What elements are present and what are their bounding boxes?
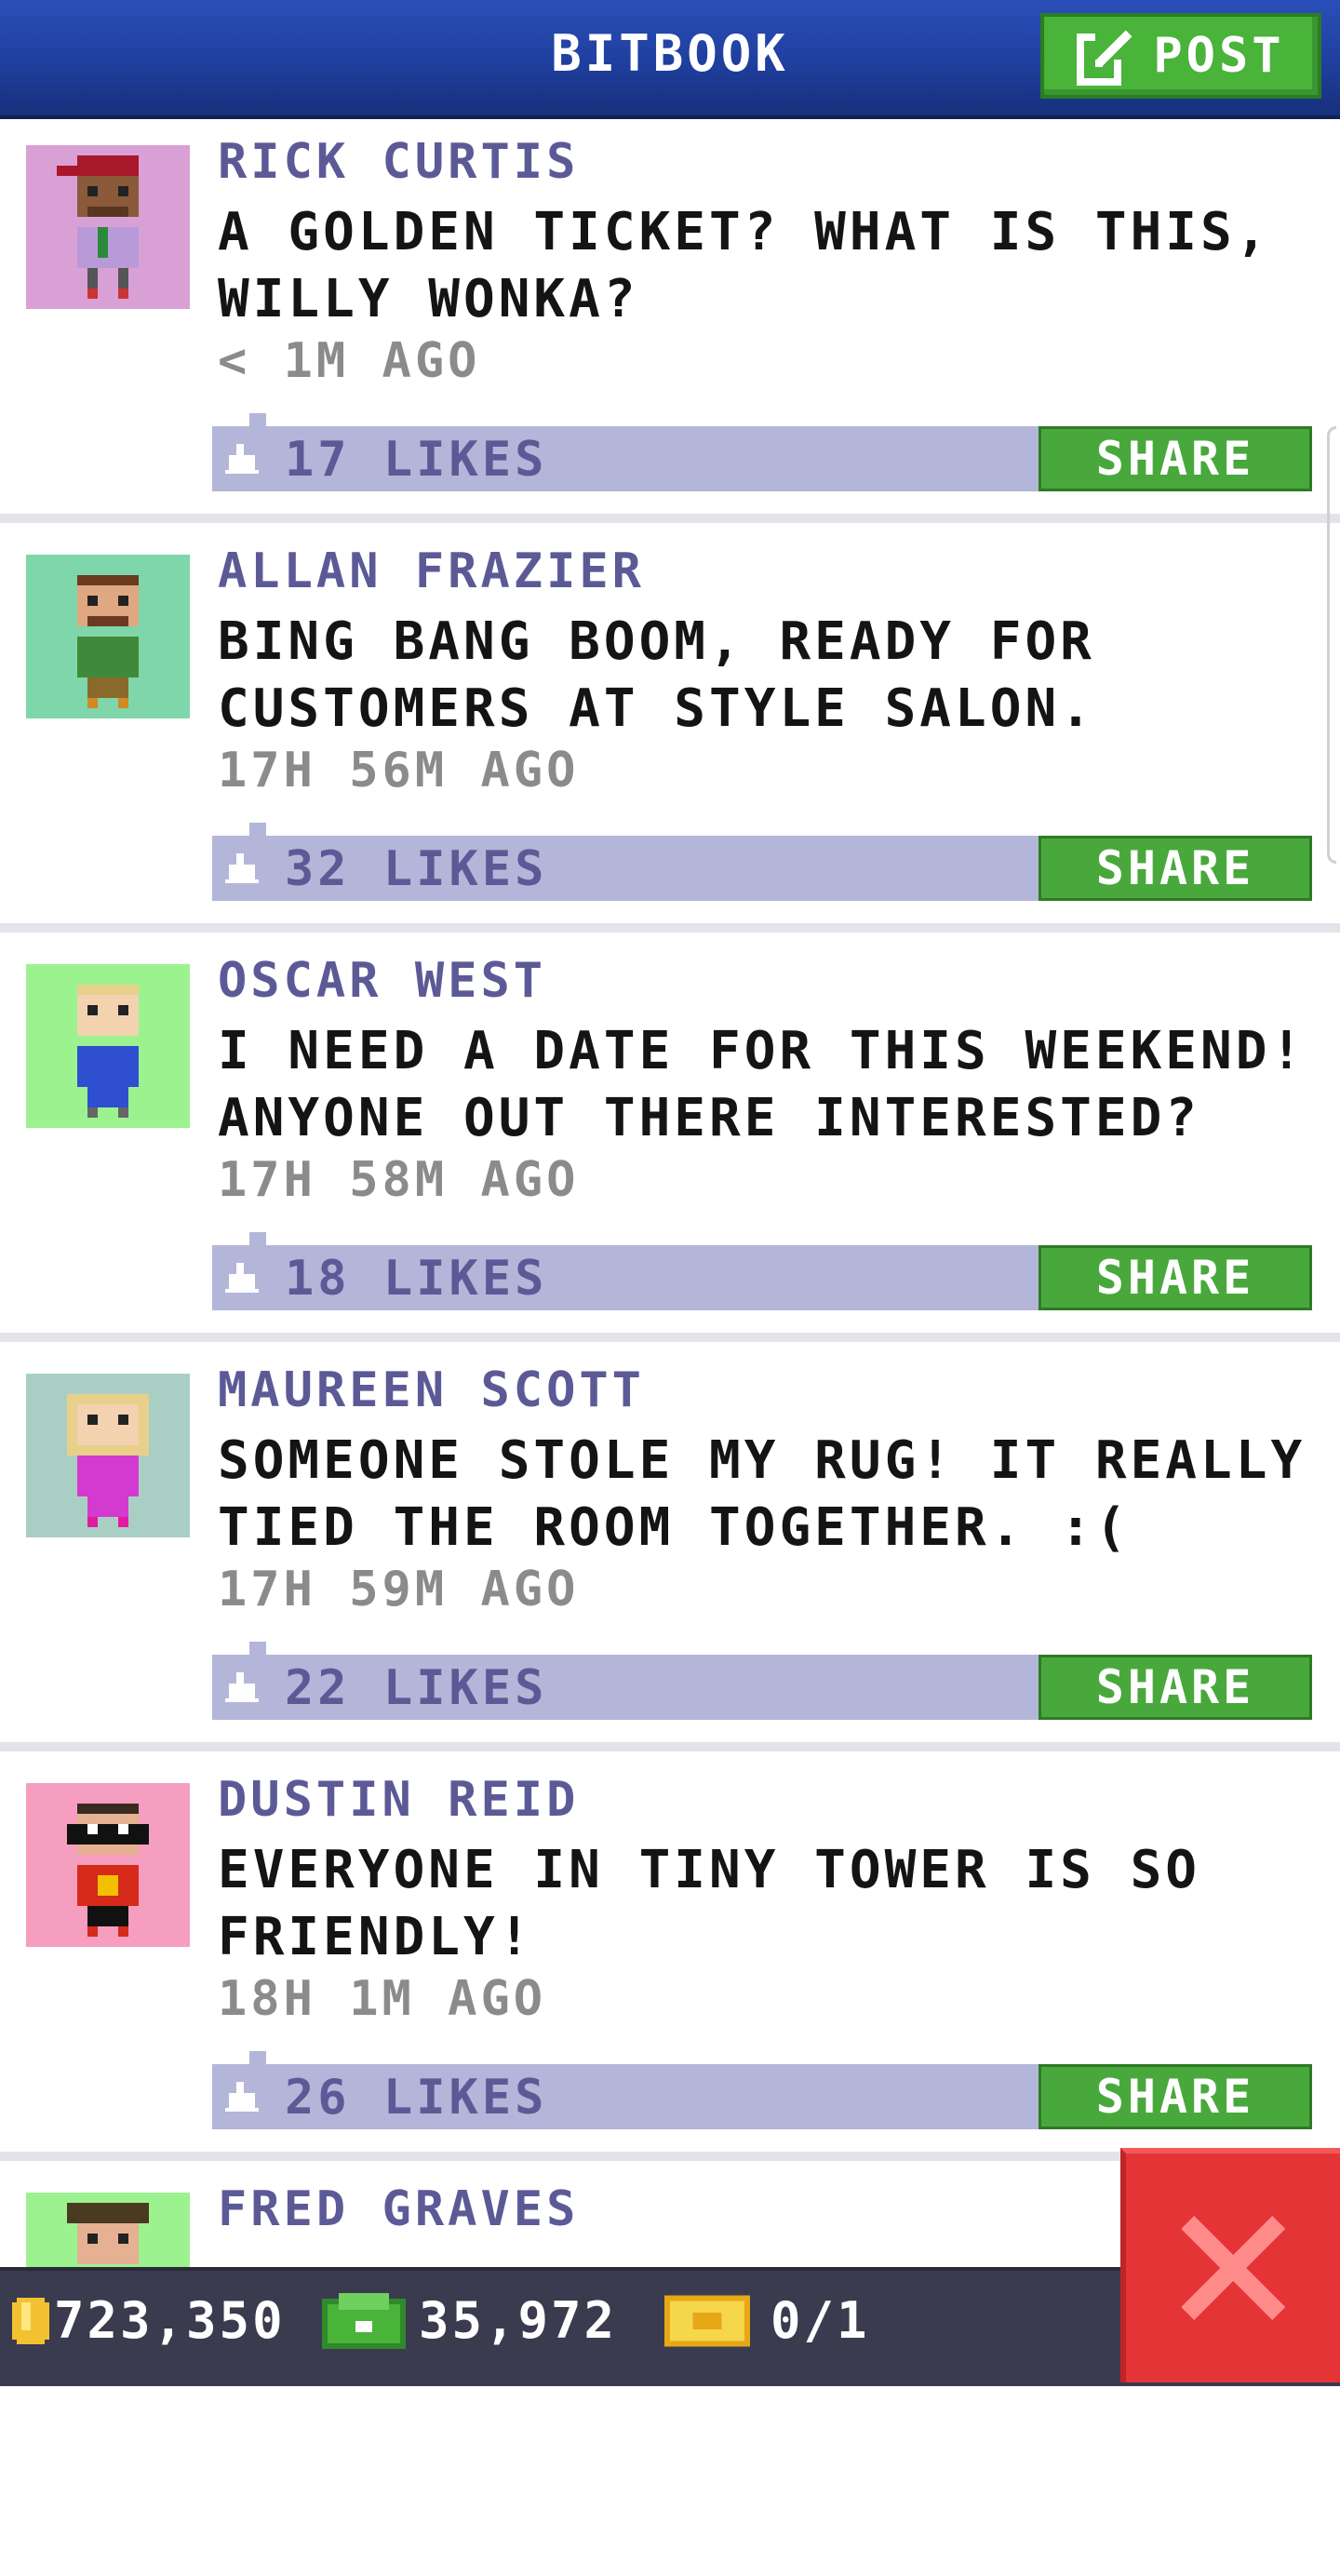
- coins-value: 723,350: [54, 2291, 286, 2350]
- post-timestamp: 17H 58M AGO: [218, 1152, 580, 1208]
- post-message: A GOLDEN TICKET? WHAT IS THIS, WILLY WON…: [218, 202, 1271, 329]
- coins-counter: 723,350: [7, 2291, 286, 2350]
- post-author[interactable]: RICK CURTIS: [218, 134, 579, 190]
- post-timestamp: 17H 56M AGO: [218, 743, 580, 798]
- post-divider: [0, 514, 1340, 523]
- close-button[interactable]: [1120, 2148, 1340, 2382]
- share-button[interactable]: SHARE: [1038, 836, 1312, 901]
- post-timestamp: 18H 1M AGO: [218, 1971, 547, 2027]
- scrollbar[interactable]: [1327, 426, 1336, 864]
- thumbs-up-icon: [225, 853, 259, 883]
- feed-post: MAUREEN SCOTT SOMEONE STOLE MY RUG! IT R…: [0, 1348, 1340, 1757]
- post-author[interactable]: MAUREEN SCOTT: [218, 1362, 645, 1418]
- thumbs-up-icon: [225, 1263, 259, 1293]
- avatar: [26, 145, 190, 309]
- post-button-label: POST: [1153, 28, 1285, 84]
- coin-icon: [12, 2297, 49, 2344]
- tickets-counter: 0/1: [664, 2291, 870, 2350]
- like-count: 26 LIKES: [285, 2070, 548, 2126]
- post-author[interactable]: FRED GRAVES: [218, 2181, 579, 2237]
- close-icon: [1181, 2216, 1285, 2320]
- share-button[interactable]: SHARE: [1038, 2064, 1312, 2129]
- feed-post: OSCAR WEST I NEED A DATE FOR THIS WEEKEN…: [0, 938, 1340, 1348]
- post-divider: [0, 1742, 1340, 1751]
- like-button[interactable]: 32 LIKES SHARE: [212, 823, 1312, 901]
- thumbs-up-icon: [225, 1672, 259, 1702]
- post-button[interactable]: POST: [1040, 13, 1321, 99]
- feed-post: ALLAN FRAZIER BING BANG BOOM, READY FOR …: [0, 529, 1340, 938]
- avatar: [26, 1783, 190, 1947]
- post-timestamp: < 1M AGO: [218, 333, 481, 389]
- bux-icon: [322, 2292, 406, 2349]
- post-timestamp: 17H 59M AGO: [218, 1562, 580, 1617]
- post-divider: [0, 923, 1340, 932]
- share-button[interactable]: SHARE: [1038, 426, 1312, 491]
- like-button[interactable]: 26 LIKES SHARE: [212, 2051, 1312, 2129]
- post-message: BING BANG BOOM, READY FOR CUSTOMERS AT S…: [218, 611, 1095, 739]
- like-count: 32 LIKES: [285, 841, 548, 897]
- bux-counter: 35,972: [322, 2291, 617, 2350]
- like-button[interactable]: 22 LIKES SHARE: [212, 1642, 1312, 1720]
- avatar: [26, 555, 190, 718]
- thumbs-up-icon: [225, 444, 259, 474]
- avatar: [26, 1374, 190, 1537]
- feed-post: RICK CURTIS A GOLDEN TICKET? WHAT IS THI…: [0, 119, 1340, 529]
- thumbs-up-icon: [225, 2082, 259, 2112]
- post-author[interactable]: ALLAN FRAZIER: [218, 543, 645, 599]
- share-button[interactable]: SHARE: [1038, 1245, 1312, 1310]
- feed-post: DUSTIN REID EVERYONE IN TINY TOWER IS SO…: [0, 1757, 1340, 2167]
- like-button[interactable]: 18 LIKES SHARE: [212, 1232, 1312, 1310]
- post-author[interactable]: DUSTIN REID: [218, 1772, 579, 1828]
- like-button[interactable]: 17 LIKES SHARE: [212, 413, 1312, 491]
- post-divider: [0, 1333, 1340, 1342]
- share-button[interactable]: SHARE: [1038, 1655, 1312, 1720]
- post-author[interactable]: OSCAR WEST: [218, 953, 546, 1009]
- bux-value: 35,972: [419, 2291, 618, 2350]
- like-count: 17 LIKES: [285, 432, 548, 488]
- like-count: 18 LIKES: [285, 1251, 548, 1307]
- like-count: 22 LIKES: [285, 1660, 548, 1716]
- app-header: BITBOOK POST: [0, 0, 1340, 119]
- golden-ticket-icon: [664, 2294, 750, 2347]
- tickets-value: 0/1: [770, 2291, 870, 2350]
- post-message: EVERYONE IN TINY TOWER IS SO FRIENDLY!: [218, 1840, 1201, 1967]
- avatar: [26, 964, 190, 1128]
- post-message: I NEED A DATE FOR THIS WEEKEND! ANYONE O…: [218, 1021, 1306, 1148]
- edit-icon: [1077, 30, 1133, 86]
- post-message: SOMEONE STOLE MY RUG! IT REALLY TIED THE…: [218, 1430, 1306, 1558]
